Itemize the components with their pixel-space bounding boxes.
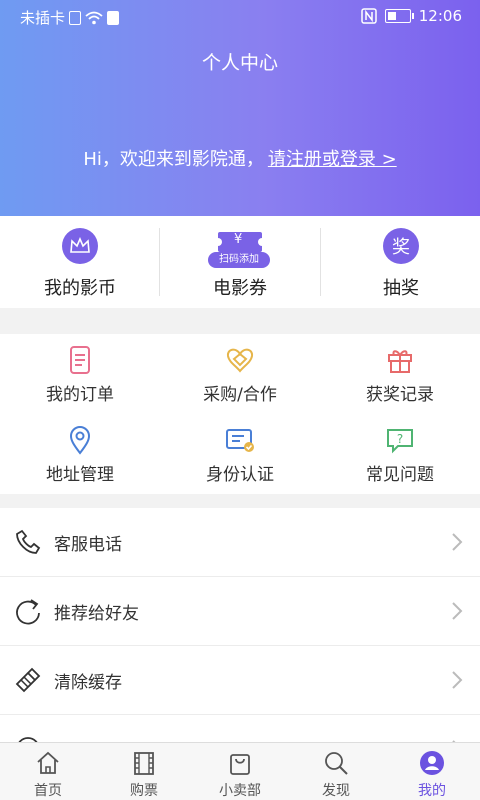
grid-label: 采购/合作 [203,385,277,405]
grid-item-awards[interactable]: 获奖记录 [320,334,480,414]
share-icon [16,599,40,625]
scan-add-badge[interactable]: 扫码添加 [208,252,270,268]
grid-item-orders[interactable]: 我的订单 [0,334,160,414]
grid-label: 地址管理 [46,465,114,485]
stat-coins[interactable]: 我的影币 [0,216,160,308]
sim-icon [69,10,82,25]
stat-lottery-label: 抽奖 [383,278,419,299]
gift-icon [388,350,412,373]
tab-label: 发现 [322,783,350,799]
clock: 12:06 [418,7,462,25]
grid-label: 常见问题 [366,465,434,485]
grid-item-identity[interactable]: 身份认证 [160,414,320,494]
tab-label: 首页 [34,783,62,799]
data-icon [107,10,120,25]
home-icon [37,751,59,774]
carrier-label: 未插卡 [20,9,66,27]
tab-tickets[interactable]: 购票 [96,743,192,800]
tab-label: 小卖部 [219,783,261,799]
chevron-right-icon [452,671,463,689]
stats-row: 我的影币 ¥ 扫码添加 电影券 奖 抽奖 [0,216,480,308]
cooperation-icon [226,348,254,373]
grid-item-address[interactable]: 地址管理 [0,414,160,494]
stat-coins-label: 我的影币 [44,278,116,299]
login-link[interactable]: 请注册或登录 > [268,149,397,170]
grid-label: 我的订单 [46,385,114,405]
grid-item-faq[interactable]: ? 常见问题 [320,414,480,494]
tab-profile[interactable]: 我的 [384,743,480,800]
welcome-banner: Hi，欢迎来到影院通， 请注册或登录 > [0,145,480,171]
svg-text:?: ? [397,432,403,446]
tab-home[interactable]: 首页 [0,743,96,800]
tab-label: 购票 [130,783,158,799]
stat-lottery[interactable]: 奖 抽奖 [321,216,480,308]
bag-icon [230,754,250,775]
menu-item-clear-cache[interactable]: 清除缓存 [0,646,480,715]
tab-label: 我的 [418,783,446,799]
id-card-icon [226,429,254,452]
clear-cache-icon [15,667,41,693]
coupon-icon: ¥ 扫码添加 [208,226,270,268]
stat-coupons-label: 电影券 [213,278,267,299]
discover-icon [325,752,348,775]
nfc-icon [361,8,377,24]
menu-item-service-phone[interactable]: 客服电话 [0,508,480,577]
menu-label: 客服电话 [54,535,122,555]
film-icon [134,752,154,775]
order-icon [70,346,90,374]
greeting-text: Hi，欢迎来到影院通， [83,149,264,170]
tab-discover[interactable]: 发现 [288,743,384,800]
award-icon: 奖 [383,228,419,264]
bottom-tab-bar: 首页 购票 小卖部 发现 我的 [0,742,480,800]
location-icon [69,426,91,455]
chevron-right-icon [452,533,463,551]
status-bar: 未插卡 12:06 [0,0,480,32]
grid-label: 获奖记录 [366,385,434,405]
phone-icon [16,529,41,554]
grid-item-cooperation[interactable]: 采购/合作 [160,334,320,414]
coupon-symbol: ¥ [234,232,243,247]
menu-label: 推荐给好友 [54,604,139,624]
battery-icon [384,9,414,23]
wifi-icon [85,11,103,24]
feature-grid: 我的订单 采购/合作 获奖记录 地址管理 身份认证 ? 常见问题 [0,334,480,494]
faq-icon: ? [387,429,413,454]
profile-header: 未插卡 12:06 个人中心 Hi，欢迎来到影院通， 请注册或登录 > [0,0,480,216]
tab-snacks[interactable]: 小卖部 [192,743,288,800]
stat-coupons[interactable]: ¥ 扫码添加 电影券 [160,216,320,308]
menu-label: 清除缓存 [54,673,122,693]
menu-item-share[interactable]: 推荐给好友 [0,577,480,646]
grid-label: 身份认证 [206,465,274,485]
page-title: 个人中心 [201,52,278,74]
chevron-right-icon [452,602,463,620]
crown-icon [62,228,98,264]
profile-icon [420,751,444,775]
